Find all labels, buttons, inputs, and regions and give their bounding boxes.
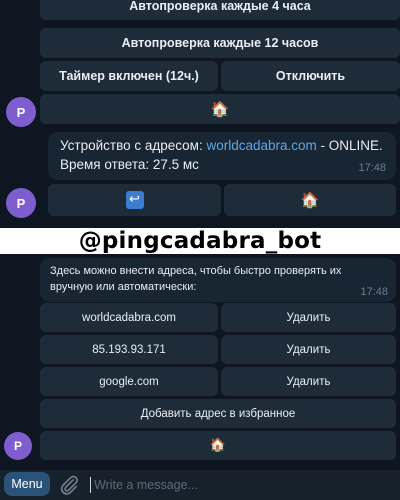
home-button[interactable]: 🏠 xyxy=(40,94,400,124)
avatar-letter: P xyxy=(13,439,22,453)
home-button[interactable]: 🏠 xyxy=(224,184,396,216)
addresses-message-bubble: Здесь можно внести адреса, чтобы быстро … xyxy=(40,258,396,302)
message-timestamp: 17:48 xyxy=(358,162,386,174)
autocheck-12h-button[interactable]: Автопроверка каждые 12 часов xyxy=(40,28,400,58)
top-chat-panel: Автопроверка каждые 4 часа Автопроверка … xyxy=(0,0,400,228)
home-icon: 🏠 xyxy=(209,438,227,453)
home-button[interactable]: 🏠 xyxy=(40,431,396,460)
home-icon: 🏠 xyxy=(300,191,320,209)
disable-timer-button[interactable]: Отключить xyxy=(221,61,400,91)
add-favorite-address-button[interactable]: Добавить адрес в избранное xyxy=(40,399,396,428)
status-message-prefix: Устройство с адресом: xyxy=(60,138,207,153)
back-button[interactable]: ↩ xyxy=(48,184,221,216)
addresses-message-line2: вручную или автоматически: xyxy=(50,281,197,293)
response-time-text: Время ответа: 27.5 мс xyxy=(60,157,199,172)
status-message-line1: Устройство с адресом: worldcadabra.com -… xyxy=(60,138,383,153)
home-icon: 🏠 xyxy=(210,100,230,118)
bottom-chat-panel: Здесь можно внести адреса, чтобы быстро … xyxy=(0,254,400,500)
delete-address-button[interactable]: Удалить xyxy=(221,335,396,364)
status-message-suffix: - ONLINE. xyxy=(316,138,383,153)
back-arrow-icon: ↩ xyxy=(125,191,144,209)
status-message-bubble: Устройство с адресом: worldcadabra.com -… xyxy=(48,132,396,180)
timer-enabled-button[interactable]: Таймер включен (12ч.) xyxy=(40,61,218,91)
avatar[interactable]: P xyxy=(4,432,32,460)
avatar-letter: P xyxy=(16,104,26,120)
paperclip-icon[interactable] xyxy=(58,474,80,496)
text-cursor xyxy=(90,477,91,493)
device-address-link[interactable]: worldcadabra.com xyxy=(206,138,316,153)
menu-button[interactable]: Menu xyxy=(4,472,50,496)
avatar-letter: P xyxy=(16,195,26,211)
delete-address-button[interactable]: Удалить xyxy=(221,367,396,396)
saved-address-button[interactable]: worldcadabra.com xyxy=(40,303,218,332)
avatar[interactable]: P xyxy=(6,97,36,127)
saved-address-button[interactable]: google.com xyxy=(40,367,218,396)
message-composer: Menu xyxy=(0,470,400,500)
bot-name-banner: @pingcadabra_bot xyxy=(0,228,400,254)
delete-address-button[interactable]: Удалить xyxy=(221,303,396,332)
message-timestamp: 17:48 xyxy=(360,286,388,298)
addresses-message-line1: Здесь можно внести адреса, чтобы быстро … xyxy=(50,265,342,277)
saved-address-button[interactable]: 85.193.93.171 xyxy=(40,335,218,364)
autocheck-4h-button[interactable]: Автопроверка каждые 4 часа xyxy=(40,0,400,20)
avatar[interactable]: P xyxy=(6,188,36,218)
message-input[interactable] xyxy=(94,474,384,496)
